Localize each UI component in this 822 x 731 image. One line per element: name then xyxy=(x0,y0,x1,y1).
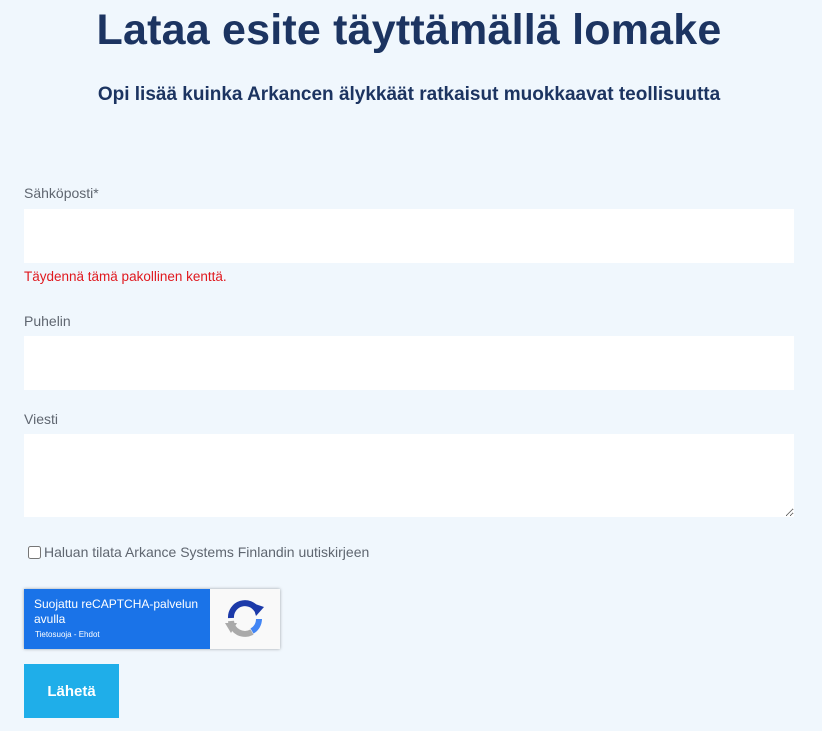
newsletter-checkbox[interactable] xyxy=(28,545,41,559)
recaptcha-links[interactable]: Tietosuoja - Ehdot xyxy=(35,630,100,639)
phone-field[interactable] xyxy=(24,336,794,390)
phone-label: Puhelin xyxy=(24,313,71,329)
newsletter-option: Haluan tilata Arkance Systems Finlandin … xyxy=(28,544,369,560)
email-field[interactable] xyxy=(24,209,794,263)
email-label: Sähköposti* xyxy=(24,185,99,201)
page-title: Lataa esite täyttämällä lomake xyxy=(96,6,722,54)
message-textarea[interactable] xyxy=(24,434,794,517)
recaptcha-badge: Suojattu reCAPTCHA-palvelun avulla Tieto… xyxy=(24,589,280,649)
recaptcha-logo-area xyxy=(210,589,280,649)
recaptcha-info-panel: Suojattu reCAPTCHA-palvelun avulla Tieto… xyxy=(24,589,210,649)
newsletter-label[interactable]: Haluan tilata Arkance Systems Finlandin … xyxy=(44,544,369,560)
message-label: Viesti xyxy=(24,411,58,427)
page-subtitle: Opi lisää kuinka Arkancen älykkäät ratka… xyxy=(97,84,721,105)
email-error-message: Täydennä tämä pakollinen kenttä. xyxy=(24,269,227,284)
recaptcha-text: Suojattu reCAPTCHA-palvelun avulla xyxy=(34,597,199,626)
submit-button[interactable]: Lähetä xyxy=(24,664,119,718)
recaptcha-logo-icon xyxy=(225,600,264,637)
